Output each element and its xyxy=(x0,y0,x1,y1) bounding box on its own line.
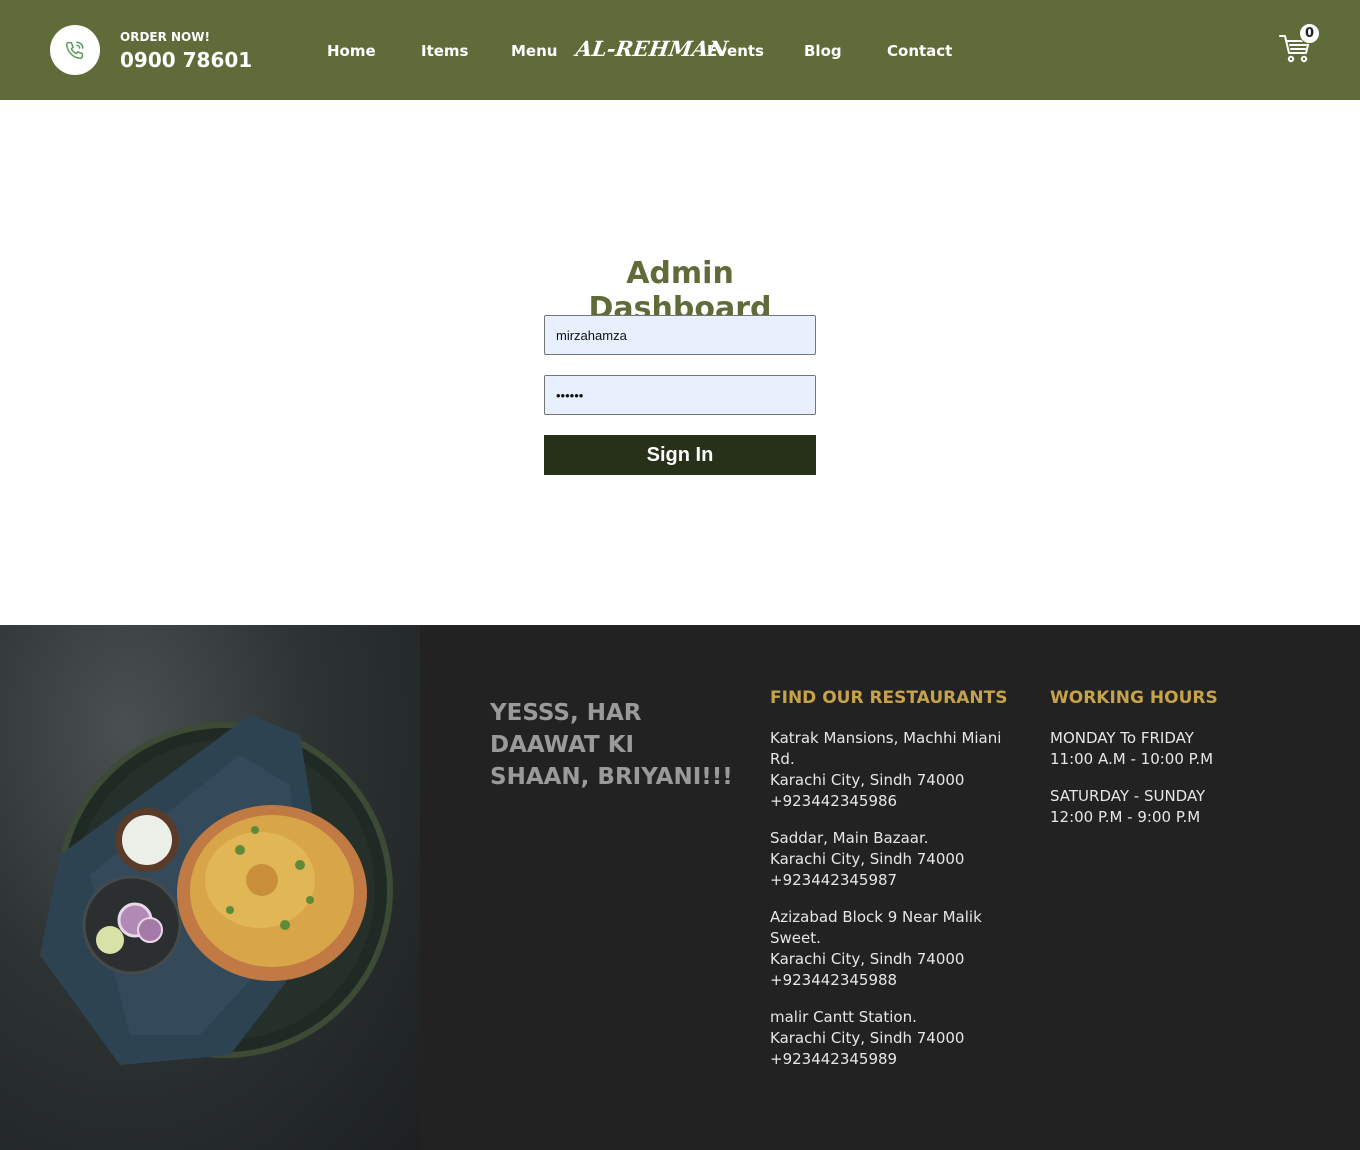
hours-time: 12:00 P.M - 9:00 P.M xyxy=(1050,808,1201,826)
biryani-photo xyxy=(0,625,420,1150)
address-street: malir Cantt Station. xyxy=(770,1008,917,1026)
phone-icon xyxy=(66,41,84,59)
phone-badge[interactable] xyxy=(50,25,100,75)
address-phone: +923442345986 xyxy=(770,792,898,810)
nav-contact[interactable]: Contact xyxy=(887,42,952,60)
nav-home[interactable]: Home xyxy=(327,42,376,60)
order-phone-number[interactable]: 0900 78601 xyxy=(120,48,252,72)
top-navbar: ORDER NOW! 0900 78601 Home Items Menu AL… xyxy=(0,0,1360,100)
nav-menu[interactable]: Menu xyxy=(511,42,557,60)
order-now-label: ORDER NOW! xyxy=(120,30,210,44)
address-street: Katrak Mansions, Machhi Miani Rd. xyxy=(770,729,1002,768)
footer: YESSS, HAR DAAWAT KI SHAAN, BRIYANI!!! F… xyxy=(0,625,1360,1150)
restaurant-address: Saddar, Main Bazaar. Karachi City, Sindh… xyxy=(770,828,1010,891)
restaurants-list: Katrak Mansions, Machhi Miani Rd. Karach… xyxy=(770,728,1010,1086)
address-street: Azizabad Block 9 Near Malik Sweet. xyxy=(770,908,982,947)
address-phone: +923442345988 xyxy=(770,971,898,989)
hours-entry: MONDAY To FRIDAY 11:00 A.M - 10:00 P.M xyxy=(1050,728,1290,770)
username-input[interactable] xyxy=(544,315,816,355)
restaurant-address: Azizabad Block 9 Near Malik Sweet. Karac… xyxy=(770,907,1010,991)
address-city: Karachi City, Sindh 74000 xyxy=(770,771,965,789)
nav-items[interactable]: Items xyxy=(421,42,468,60)
nav-blog[interactable]: Blog xyxy=(804,42,842,60)
address-city: Karachi City, Sindh 74000 xyxy=(770,850,965,868)
restaurants-heading: FIND OUR RESTAURANTS xyxy=(770,688,1008,708)
password-input[interactable] xyxy=(544,375,816,415)
hours-days: SATURDAY - SUNDAY xyxy=(1050,787,1206,805)
sign-in-button[interactable]: Sign In xyxy=(544,435,816,475)
hours-list: MONDAY To FRIDAY 11:00 A.M - 10:00 P.M S… xyxy=(1050,728,1290,844)
address-street: Saddar, Main Bazaar. xyxy=(770,829,929,847)
hours-days: MONDAY To FRIDAY xyxy=(1050,729,1194,747)
restaurant-address: malir Cantt Station. Karachi City, Sindh… xyxy=(770,1007,1010,1070)
restaurant-address: Katrak Mansions, Machhi Miani Rd. Karach… xyxy=(770,728,1010,812)
footer-tagline: YESSS, HAR DAAWAT KI SHAAN, BRIYANI!!! xyxy=(490,700,733,790)
hours-heading: WORKING HOURS xyxy=(1050,688,1218,708)
cart-count-badge: 0 xyxy=(1299,23,1320,44)
nav-events[interactable]: Events xyxy=(707,42,764,60)
address-city: Karachi City, Sindh 74000 xyxy=(770,1029,965,1047)
address-city: Karachi City, Sindh 74000 xyxy=(770,950,965,968)
address-phone: +923442345987 xyxy=(770,871,898,889)
hours-entry: SATURDAY - SUNDAY 12:00 P.M - 9:00 P.M xyxy=(1050,786,1290,828)
biryani-illustration xyxy=(40,715,393,1065)
address-phone: +923442345989 xyxy=(770,1050,898,1068)
hours-time: 11:00 A.M - 10:00 P.M xyxy=(1050,750,1214,768)
